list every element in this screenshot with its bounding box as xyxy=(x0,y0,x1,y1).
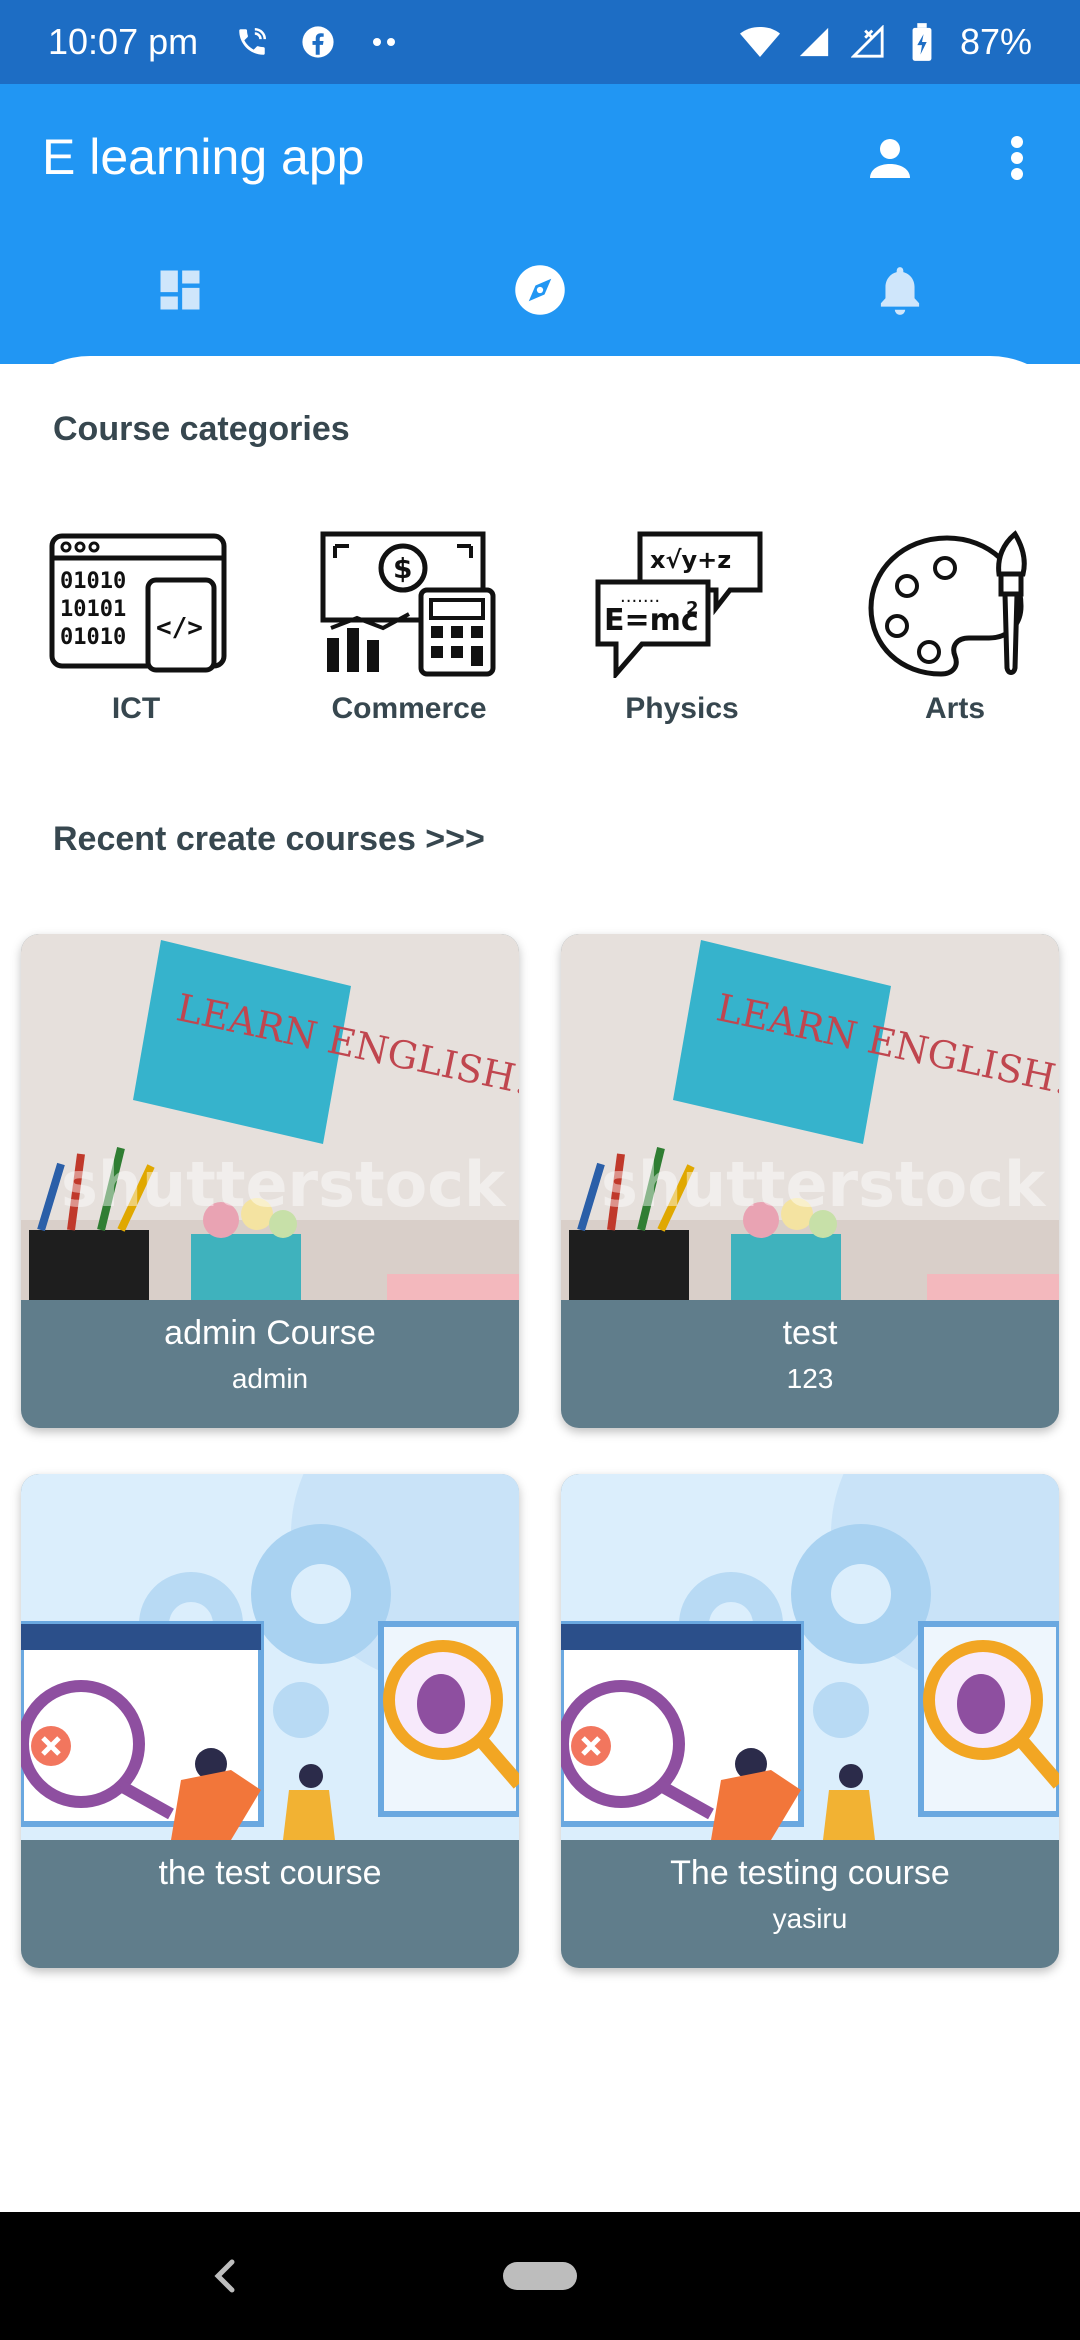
course-thumbnail xyxy=(21,1474,519,1840)
status-bar: 10:07 pm 87% xyxy=(0,0,1080,84)
account-button[interactable] xyxy=(858,126,922,190)
course-caption: the test course xyxy=(21,1840,519,1968)
tab-bar xyxy=(0,250,1080,330)
course-thumbnail: LEARN ENGLISH! shutterstock xyxy=(561,934,1059,1300)
course-author: yasiru xyxy=(772,1903,848,1934)
category-label: Arts xyxy=(924,692,985,725)
dashboard-icon xyxy=(160,270,200,310)
overflow-menu-button[interactable] xyxy=(985,126,1049,190)
category-list: 01010 10101 01010 </> ICT $ Commerce x√y… xyxy=(0,528,1080,778)
tab-explore[interactable] xyxy=(360,250,720,330)
battery-percentage: 87% xyxy=(959,21,1032,62)
category-physics[interactable]: x√y+z E=mc 2 ....... Physics xyxy=(582,528,782,768)
course-card[interactable]: LEARN ENGLISH! shutterstock admin Course… xyxy=(21,934,519,1428)
svg-text:E=mc: E=mc xyxy=(604,603,699,638)
home-pill-button[interactable] xyxy=(503,2262,577,2290)
wifi-calling-icon xyxy=(232,22,272,62)
course-thumbnail xyxy=(561,1474,1059,1840)
category-label: Physics xyxy=(625,692,739,725)
facebook-icon xyxy=(298,22,338,62)
explore-icon xyxy=(515,265,565,315)
tab-dashboard[interactable] xyxy=(0,250,360,330)
course-card[interactable]: The testing course yasiru xyxy=(561,1474,1059,1968)
more-notifications-icon xyxy=(364,22,404,62)
course-title: the test course xyxy=(158,1854,382,1892)
svg-text:</>: </> xyxy=(156,613,203,643)
battery-charging-icon xyxy=(902,22,942,62)
course-author: admin xyxy=(231,1363,309,1394)
svg-text:x√y+z: x√y+z xyxy=(650,546,731,574)
svg-text:2: 2 xyxy=(686,598,699,619)
signal-icon xyxy=(794,22,834,62)
status-time: 10:07 pm xyxy=(48,21,199,62)
notifications-icon xyxy=(880,267,920,315)
commerce-calculator-icon: $ xyxy=(320,531,496,677)
svg-text:.......: ....... xyxy=(620,586,660,607)
app-bar: E learning app xyxy=(0,84,1080,364)
category-commerce[interactable]: $ Commerce xyxy=(309,528,509,768)
watermark-text: shutterstock xyxy=(61,1148,507,1221)
course-caption: admin Course admin xyxy=(21,1300,519,1428)
course-thumbnail: LEARN ENGLISH! shutterstock xyxy=(21,934,519,1300)
category-arts[interactable]: Arts xyxy=(855,528,1055,768)
categories-heading: Course categories xyxy=(53,410,350,448)
wifi-icon xyxy=(739,22,780,62)
recent-courses-heading[interactable]: Recent create courses >>> xyxy=(53,820,485,859)
signal-x-icon xyxy=(848,22,888,62)
category-label: ICT xyxy=(111,692,161,725)
course-caption: test 123 xyxy=(561,1300,1059,1428)
course-title: test xyxy=(782,1314,838,1352)
svg-text:10101: 10101 xyxy=(60,597,126,622)
course-author: 123 xyxy=(786,1363,834,1394)
course-card[interactable]: the test course xyxy=(21,1474,519,1968)
course-caption: The testing course yasiru xyxy=(561,1840,1059,1968)
back-arrow-icon xyxy=(214,2259,235,2293)
main-content: Course categories 01010 10101 01010 </> … xyxy=(0,356,1080,2212)
system-navigation-bar xyxy=(0,2212,1080,2340)
app-title: E learning app xyxy=(42,129,365,185)
arts-palette-icon xyxy=(868,530,1027,677)
svg-text:01010: 01010 xyxy=(60,625,126,650)
ict-code-icon: 01010 10101 01010 </> xyxy=(49,533,227,673)
watermark-text: shutterstock xyxy=(601,1148,1047,1221)
course-title: The testing course xyxy=(670,1854,950,1892)
course-card[interactable]: LEARN ENGLISH! shutterstock test 123 xyxy=(561,934,1059,1428)
physics-formula-icon: x√y+z E=mc 2 ....... xyxy=(595,531,763,678)
svg-text:$: $ xyxy=(393,552,412,585)
account-icon xyxy=(870,139,910,178)
overflow-menu-icon xyxy=(1011,136,1023,180)
svg-text:01010: 01010 xyxy=(60,569,126,594)
tab-notifications[interactable] xyxy=(720,250,1080,330)
category-ict[interactable]: 01010 10101 01010 </> ICT xyxy=(36,528,236,768)
category-label: Commerce xyxy=(331,692,487,725)
back-button[interactable] xyxy=(200,2248,250,2304)
course-title: admin Course xyxy=(164,1314,376,1352)
